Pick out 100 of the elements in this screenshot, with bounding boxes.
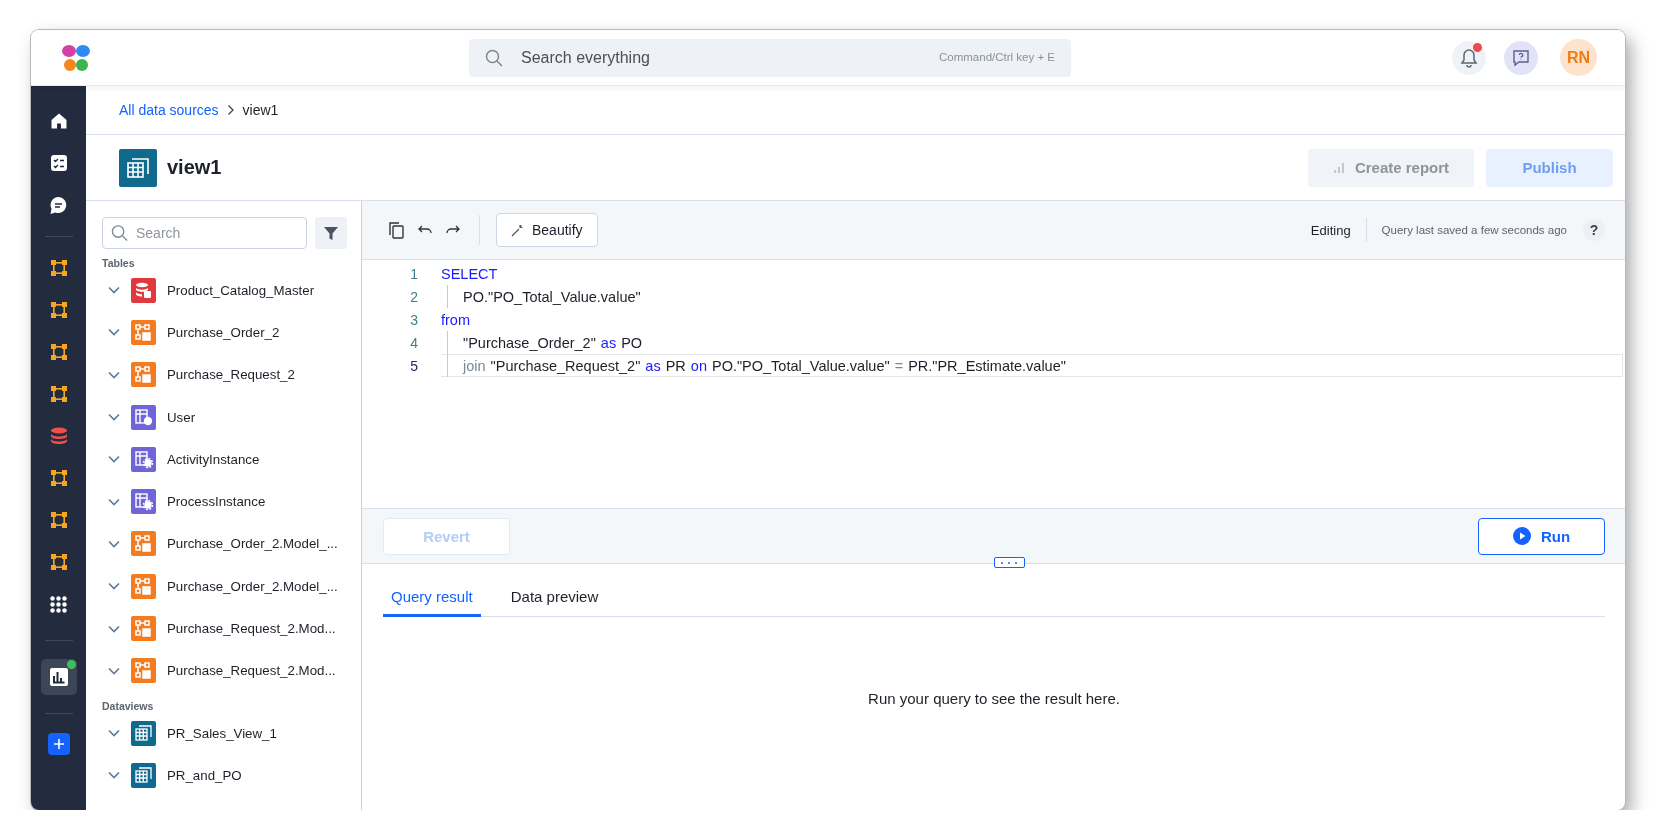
code-token: as [645,357,661,374]
tree-item[interactable]: Purchase_Request_2.Mod... [102,649,347,692]
undo-icon [418,225,432,235]
line-number: 3 [409,311,418,328]
play-icon [1512,527,1531,545]
nodes-icon [49,259,68,277]
chevron-down-icon [108,582,120,591]
checklist-icon [49,154,68,172]
mode-label: Editing [1310,222,1351,238]
question-bubble-icon [1512,48,1530,67]
code-token: "Purchase_Order_2" [463,334,596,351]
code-token: PO."PO_Total_Value.value" [463,288,641,305]
line-number: 1 [409,265,418,282]
chevron-down-icon [108,497,120,506]
help-button[interactable]: ? [1583,219,1605,241]
tree-item[interactable]: Purchase_Order_2 [102,311,347,354]
filter-icon [323,225,339,241]
search-icon [111,224,128,242]
code-token: PR."PR_Estimate.value" [908,357,1066,374]
code-token: "Purchase_Request_2" [490,357,641,374]
tree-item[interactable]: Purchase_Request_2 [102,353,347,396]
breadcrumb-link[interactable]: All data sources [119,102,219,118]
beautify-button[interactable]: Beautify [496,213,598,247]
chevron-down-icon [108,624,120,633]
bar-chart-icon [48,667,69,687]
empty-message: Run your query to see the result here. [868,690,1120,707]
chevron-down-icon [108,539,120,548]
tree-item[interactable]: PR_Sales_View_1 [102,711,347,755]
magic-wand-icon [511,223,524,237]
run-button[interactable]: Run [1478,517,1605,555]
help-chat-button[interactable] [1504,40,1538,75]
filter-button[interactable] [315,217,347,249]
chevron-down-icon [108,666,120,675]
chevron-down-icon [108,328,120,337]
notifications-button[interactable] [1452,40,1486,75]
diagram-icon [131,573,156,599]
line-number: 5 [409,357,418,374]
page-title: view1 [167,156,222,179]
grid-icon [50,595,67,613]
group-title: Tables [102,257,136,269]
diagram-icon [131,531,156,557]
tree-item[interactable]: PR_and_PO [102,754,347,797]
chat-icon [49,195,68,215]
nodes-icon [49,301,68,319]
diagram-icon [131,658,156,684]
code-token: join [463,357,486,374]
chevron-down-icon [108,729,120,738]
line-number: 2 [409,288,418,305]
table-gear-icon [131,446,156,472]
bar-chart-icon [1332,161,1345,174]
nodes-icon [49,469,68,487]
table-gear-icon [131,489,156,515]
code-token: as [600,334,617,351]
chevron-down-icon [108,455,120,464]
bell-icon [1460,47,1478,68]
resize-handle[interactable] [993,557,1025,568]
nodes-icon [49,511,68,529]
copy-icon [389,221,404,239]
chevron-down-icon [108,771,120,780]
table-icon [131,762,156,788]
diagram-icon [131,319,156,345]
search-icon [485,48,503,67]
search-field[interactable]: Search [102,217,307,249]
plus-icon [52,738,65,750]
code-token: PO [621,334,643,351]
diagram-icon [131,616,156,641]
code-token: PO."PO_Total_Value.value" [711,357,890,374]
user-table-icon [131,404,156,430]
home-icon [49,112,68,130]
code-token: SELECT [441,265,498,282]
table-icon [131,720,156,746]
line-number: 4 [409,334,418,351]
shortcut-hint: Command/Ctrl key + E [939,50,1055,63]
group-title: Dataviews [102,699,155,712]
tree-item[interactable]: Product_Catalog_Master [102,269,347,312]
butterfly-logo [61,42,91,73]
save-status: Query last saved a few seconds ago [1381,224,1567,236]
tree-item[interactable]: ProcessInstance [102,480,347,523]
code-token: from [441,311,470,328]
nav-item[interactable] [40,659,77,695]
add-button[interactable] [47,733,70,755]
diagram-icon [131,362,156,388]
code-token: PR [665,357,686,374]
tree-item[interactable]: Purchase_Order_2.Model_... [102,565,347,608]
result-tab[interactable]: Query result [383,582,481,617]
tree-item[interactable]: Purchase_Order_2.Model_... [102,522,347,566]
status-dot [66,660,76,669]
chevron-down-icon [108,286,120,295]
chevron-down-icon [108,370,120,379]
chevron-right-icon [226,104,235,116]
tree-item[interactable]: User [102,395,347,439]
code-token: = [894,357,904,374]
tree-item[interactable]: ActivityInstance [102,438,347,481]
table-icon [119,148,157,187]
code-token: on [690,357,707,374]
result-tab[interactable]: Data preview [502,582,607,617]
nodes-icon [49,343,68,361]
tree-item[interactable]: Purchase_Request_2.Mod... [102,607,347,650]
redo-icon [446,225,460,235]
breadcrumb-current: view1 [242,102,279,118]
